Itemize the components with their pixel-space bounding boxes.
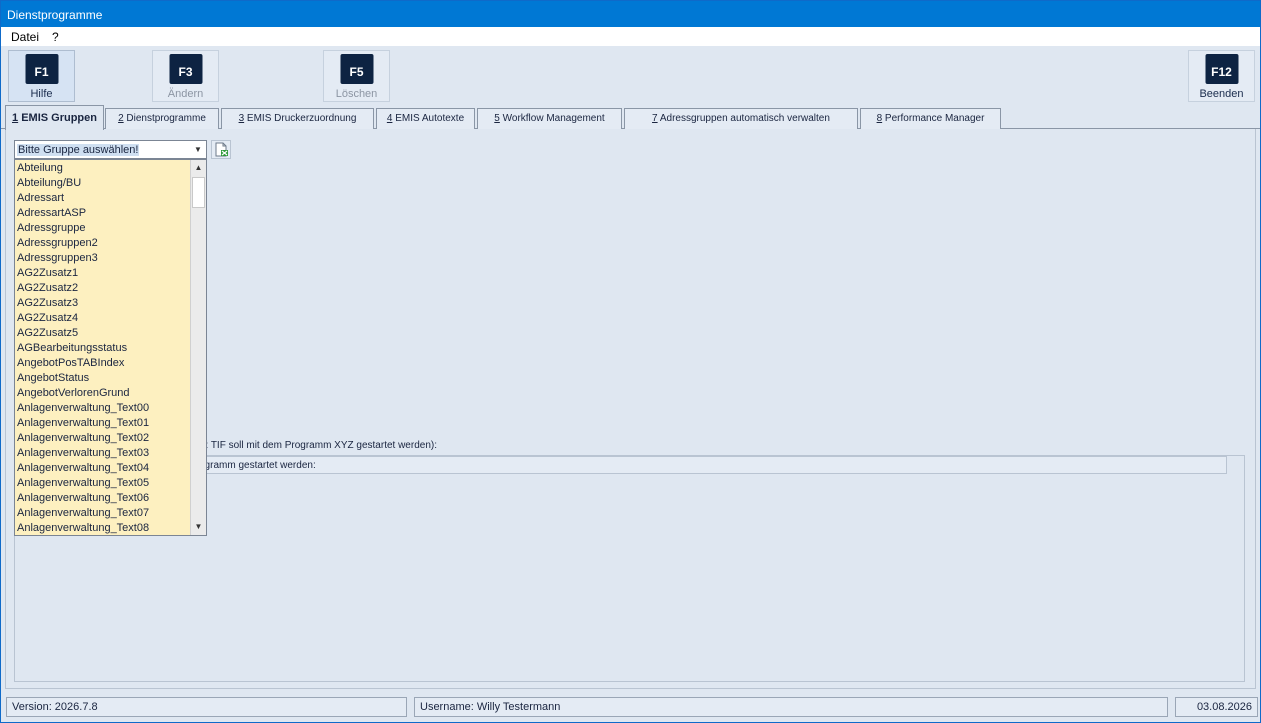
edit-button-label: Ändern — [167, 88, 204, 100]
tab-performance-manager[interactable]: 8 Performance Manager — [860, 108, 1001, 129]
list-item[interactable]: AG2Zusatz2 — [17, 282, 78, 294]
list-item[interactable]: AdressartASP — [17, 207, 86, 219]
export-button[interactable] — [211, 140, 231, 159]
list-item[interactable]: AG2Zusatz4 — [17, 312, 78, 324]
group-select-value: Bitte Gruppe auswählen! — [17, 144, 140, 156]
help-button-label: Hilfe — [30, 88, 53, 100]
tab-emis-autotexte[interactable]: 4 EMIS Autotexte — [376, 108, 475, 129]
menu-datei[interactable]: Datei — [11, 30, 39, 44]
tab-label: Dienstprogramme — [123, 113, 206, 124]
list-item[interactable]: AG2Zusatz3 — [17, 297, 78, 309]
f5-key-icon: F5 — [340, 54, 373, 84]
version-panel: Version: 2026.7.8 — [6, 697, 407, 717]
tab-label: EMIS Gruppen — [18, 112, 97, 124]
title-bar[interactable]: Dienstprogramme — [1, 1, 1260, 27]
status-bar: Version: 2026.7.8 Username: Willy Tester… — [1, 693, 1260, 722]
list-item[interactable]: Anlagenverwaltung_Text01 — [17, 417, 149, 429]
tab-emis-druckerzuordnung[interactable]: 3 EMIS Druckerzuordnung — [221, 108, 374, 129]
list-item[interactable]: Anlagenverwaltung_Text00 — [17, 402, 149, 414]
list-item[interactable]: Anlagenverwaltung_Text03 — [17, 447, 149, 459]
list-item[interactable]: Abteilung/BU — [17, 177, 81, 189]
f1-key-icon: F1 — [25, 54, 58, 84]
delete-button-label: Löschen — [335, 88, 378, 100]
list-item[interactable]: Abteilung — [17, 162, 63, 174]
menu-bar: Datei ? — [1, 27, 1260, 46]
program-hint-text-2: ogramm gestartet werden: — [199, 460, 316, 471]
list-item[interactable]: Anlagenverwaltung_Text08 — [17, 522, 149, 534]
scroll-up-icon[interactable]: ▲ — [191, 160, 206, 176]
f12-key-icon: F12 — [1205, 54, 1238, 84]
list-item[interactable]: AG2Zusatz5 — [17, 327, 78, 339]
username-panel: Username: Willy Testermann — [414, 697, 1168, 717]
function-toolbar: F1 Hilfe F3 Ändern F5 Löschen F12 Beende… — [1, 46, 1260, 104]
menu-help[interactable]: ? — [52, 30, 59, 44]
list-item[interactable]: AngebotPosTABIndex — [17, 357, 124, 369]
group-select[interactable]: Bitte Gruppe auswählen! ▼ — [14, 140, 207, 159]
program-hint-text: z.B: TIF soll mit dem Programm XYZ gesta… — [191, 440, 437, 451]
list-item[interactable]: Anlagenverwaltung_Text07 — [17, 507, 149, 519]
tab-emis-gruppen[interactable]: 1 EMIS Gruppen — [5, 105, 104, 130]
list-item[interactable]: Adressgruppen3 — [17, 252, 98, 264]
tab-label: Performance Manager — [882, 113, 985, 124]
list-item[interactable]: AngebotVerlorenGrund — [17, 387, 130, 399]
window-title: Dienstprogramme — [7, 8, 103, 22]
tab-adressgruppen[interactable]: 7 Adressgruppen automatisch verwalten — [624, 108, 858, 129]
chevron-down-icon[interactable]: ▼ — [190, 141, 206, 158]
date-panel: 03.08.2026 — [1175, 697, 1258, 717]
list-item[interactable]: AngebotStatus — [17, 372, 89, 384]
scroll-down-icon[interactable]: ▼ — [191, 519, 206, 535]
edit-button[interactable]: F3 Ändern — [152, 50, 219, 102]
tab-label: EMIS Autotexte — [392, 113, 465, 124]
list-item[interactable]: Adressgruppe — [17, 222, 86, 234]
tab-dienstprogramme[interactable]: 2 Dienstprogramme — [105, 108, 219, 129]
delete-button[interactable]: F5 Löschen — [323, 50, 390, 102]
list-item[interactable]: Adressart — [17, 192, 64, 204]
list-item[interactable]: AG2Zusatz1 — [17, 267, 78, 279]
export-file-icon — [215, 142, 228, 157]
exit-button[interactable]: F12 Beenden — [1188, 50, 1255, 102]
scroll-thumb[interactable] — [192, 177, 205, 208]
list-item[interactable]: Adressgruppen2 — [17, 237, 98, 249]
list-item[interactable]: Anlagenverwaltung_Text02 — [17, 432, 149, 444]
tab-label: EMIS Druckerzuordnung — [244, 113, 357, 124]
group-dropdown-list[interactable]: Abteilung Abteilung/BU Adressart AdressartA… — [14, 159, 207, 536]
list-item[interactable]: Anlagenverwaltung_Text05 — [17, 477, 149, 489]
tab-label: Workflow Management — [499, 113, 605, 124]
tab-label: Adressgruppen automatisch verwalten — [657, 113, 830, 124]
app-window: Dienstprogramme Datei ? F1 Hilfe F3 Ände… — [0, 0, 1261, 723]
tab-strip: 1 EMIS Gruppen 2 Dienstprogramme 3 EMIS … — [1, 105, 1260, 130]
help-button[interactable]: F1 Hilfe — [8, 50, 75, 102]
exit-button-label: Beenden — [1199, 88, 1244, 100]
dropdown-scrollbar[interactable]: ▲ ▼ — [190, 160, 206, 535]
f3-key-icon: F3 — [169, 54, 202, 84]
list-item[interactable]: Anlagenverwaltung_Text06 — [17, 492, 149, 504]
list-item[interactable]: AGBearbeitungsstatus — [17, 342, 127, 354]
list-item[interactable]: Anlagenverwaltung_Text04 — [17, 462, 149, 474]
tab-workflow-management[interactable]: 5 Workflow Management — [477, 108, 622, 129]
